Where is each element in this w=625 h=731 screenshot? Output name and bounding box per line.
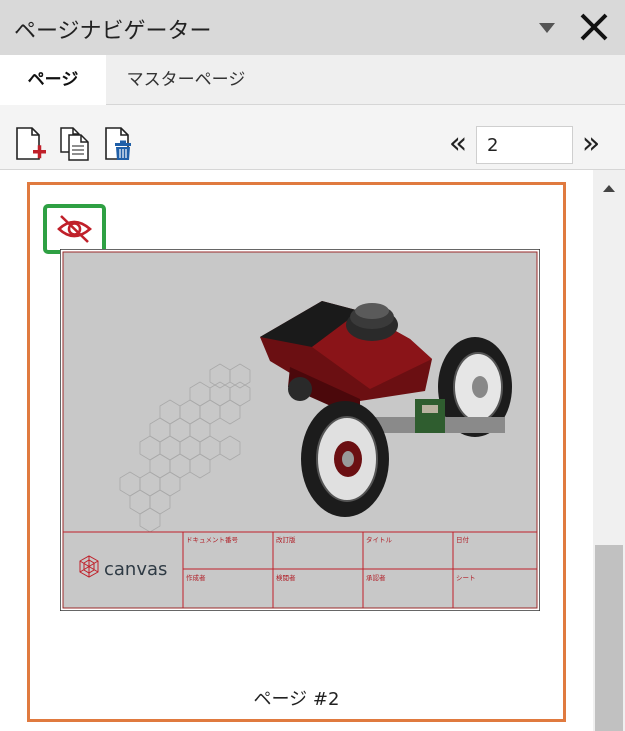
triangle-down-icon [539,23,555,33]
eye-slash-icon [57,215,92,243]
page-list[interactable]: canvas ドキュメント番号 改訂版 タイトル 日付 作成者 検閲者 承認者 … [0,170,625,731]
tb-approver-label: 承認者 [366,573,386,582]
logo-text: canvas [104,559,167,580]
tab-bar: ページ マスターページ [0,55,625,105]
visibility-toggle-button[interactable] [43,204,106,254]
panel-title: ページナビゲーター [14,19,212,44]
delete-page-icon [105,127,131,160]
scroll-thumb[interactable] [595,545,623,731]
next-page-button[interactable]: » [576,129,606,161]
page-toolbar: « » [0,105,625,170]
tb-revision-label: 改訂版 [276,535,296,544]
tb-checker-label: 検閲者 [276,573,296,582]
tb-author-label: 作成者 [186,573,206,582]
close-icon [580,13,608,41]
add-page-button[interactable] [13,126,49,162]
tb-doc-number-label: ドキュメント番号 [186,536,239,544]
delete-page-button[interactable] [102,126,138,162]
tb-date-label: 日付 [456,535,470,544]
tab-pages[interactable]: ページ [0,55,106,105]
vertical-scrollbar[interactable] [593,170,625,731]
panel-menu-button[interactable] [532,14,562,40]
panel-titlebar: ページナビゲーター [0,0,625,55]
triangle-up-icon [603,185,615,192]
duplicate-page-icon [60,127,89,161]
tb-sheet-label: シート [456,574,476,582]
tab-master-pages[interactable]: マスターページ [106,55,266,105]
page-label: ページ #2 [253,689,340,710]
duplicate-page-button[interactable] [58,126,94,162]
scroll-up-button[interactable] [593,178,625,196]
close-button[interactable] [576,8,612,46]
previous-page-button[interactable]: « [443,129,473,161]
page-thumbnail: canvas ドキュメント番号 改訂版 タイトル 日付 作成者 検閲者 承認者 … [60,249,540,611]
add-page-icon [16,127,46,160]
page-number-input[interactable] [476,126,573,164]
tb-title-label: タイトル [366,535,393,544]
page-card[interactable]: canvas ドキュメント番号 改訂版 タイトル 日付 作成者 検閲者 承認者 … [27,182,566,722]
